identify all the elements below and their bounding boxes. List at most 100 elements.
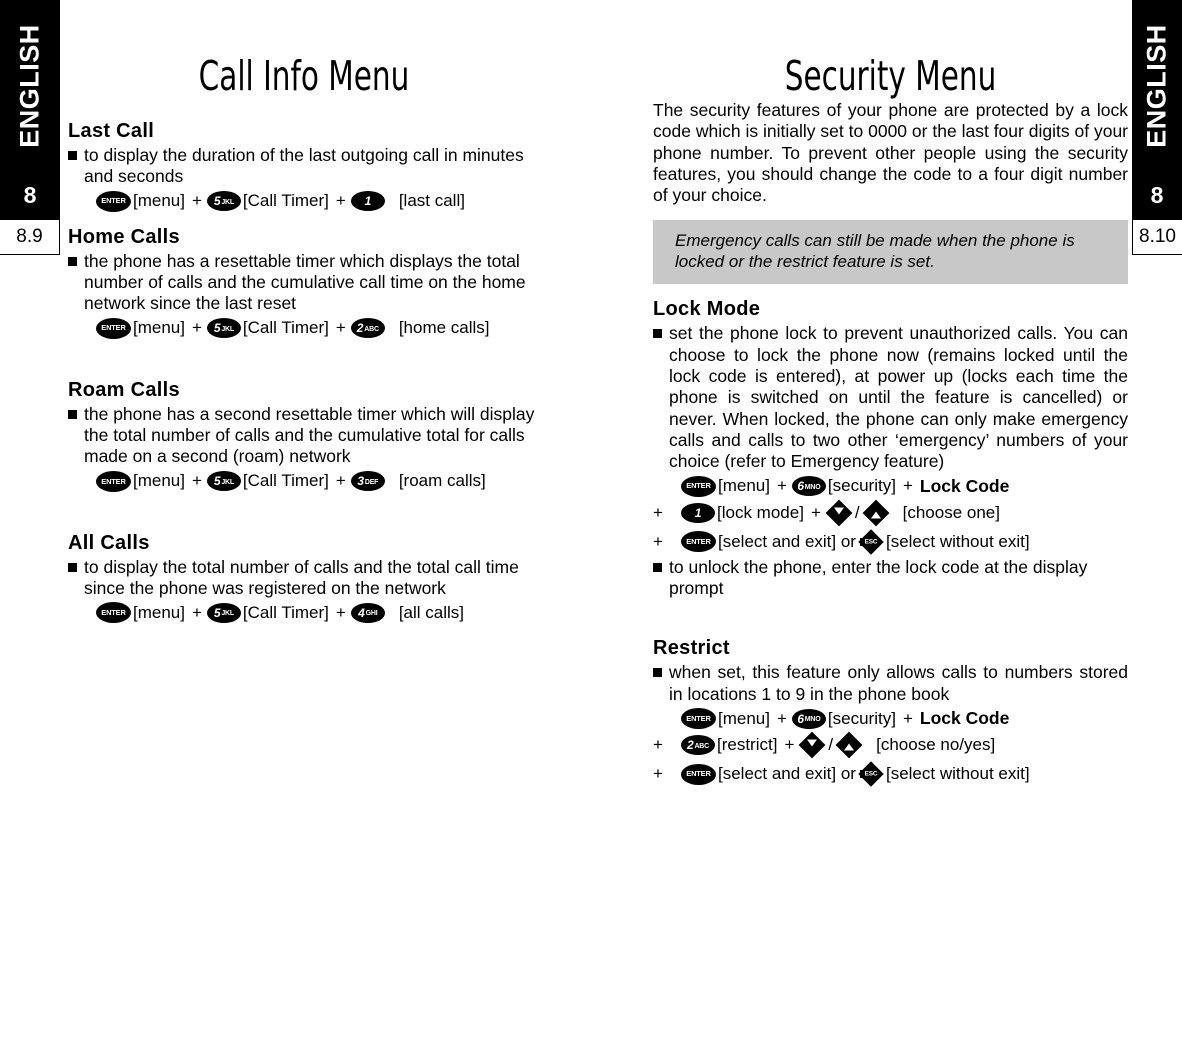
bullet-item: when set, this feature only allows calls… — [653, 662, 1128, 705]
page-number-right: 8.10 — [1132, 219, 1182, 255]
key-sequence-row: ENTER [menu] +5 JKL [Call Timer] +4 GHI [all ca… — [68, 602, 540, 624]
bullet-item: to display the duration of the last outg… — [68, 145, 540, 188]
manual-page: ENGLISH 8 8.9 ENGLISH 8 8.10 Call Info M… — [0, 0, 1182, 1046]
key-3-icon: 3 DEF — [350, 471, 385, 492]
key-sequence-label: [restrict] — [717, 735, 778, 754]
key-2-icon: 2 ABC — [350, 318, 385, 339]
key-sequence-label: [Call Timer] — [242, 318, 329, 338]
key-sequence-block: ENTER [menu] +6 MNO [security] + Lock Code +1 [l… — [653, 475, 1128, 555]
plus-separator: + — [902, 708, 913, 728]
plus-separator: + — [810, 502, 821, 522]
key-sequence-label: [menu] — [718, 476, 770, 496]
bullet-text: to display the total number of calls and… — [84, 556, 519, 599]
key-sequence-row: + ENTER [select and exit] or ESC [select wit… — [653, 528, 1128, 555]
page-number-left: 8.9 — [0, 219, 60, 255]
section-roam-calls: Roam Calls the phone has a second resetta… — [68, 379, 540, 492]
bullet-item: to display the total number of calls and… — [68, 557, 540, 600]
key-sequence-label: [menu] — [133, 471, 185, 491]
section-heading: Roam Calls — [68, 378, 180, 401]
bullet-square-icon — [653, 329, 662, 339]
security-intro-paragraph: The security features of your phone are … — [653, 100, 1128, 206]
plus-separator: + — [776, 476, 787, 496]
key-sequence-label: [Call Timer] — [242, 471, 329, 491]
plus-separator: + — [191, 191, 202, 211]
key-sequence-row: ENTER [menu] +6 MNO [security] + Lock Code — [653, 475, 1128, 497]
key-sequence-label: [menu] — [133, 191, 185, 211]
bullet-item: set the phone lock to prevent unauthoriz… — [653, 323, 1128, 472]
right-sections-container: Lock Mode set the phone lock to prevent u… — [653, 298, 1128, 787]
side-tab-left: ENGLISH 8 8.9 — [0, 0, 60, 255]
section-lock-mode: Lock Mode set the phone lock to prevent u… — [653, 298, 1128, 599]
plus-separator: + — [335, 471, 346, 491]
key-arrow-up-icon — [862, 499, 890, 527]
key-enter-icon: ENTER — [96, 190, 131, 212]
left-column-title: Call Info Menu — [198, 52, 410, 100]
left-column: Call Info Menu Last Call to display the d… — [68, 0, 540, 624]
bullet-square-icon — [68, 151, 77, 160]
right-column-title: Security Menu — [784, 52, 997, 100]
key-esc-icon: ESC — [858, 761, 884, 787]
plus-separator: + — [191, 471, 202, 491]
language-tab-left-label: ENGLISH — [14, 24, 45, 148]
section-heading: Restrict — [653, 637, 730, 660]
key-row-indent: + — [653, 764, 663, 783]
key-sequence-bold-label: Lock Code — [919, 708, 1010, 728]
key-6-icon: 6 MNO — [791, 708, 826, 729]
section-restrict: Restrict when set, this feature only allo… — [653, 637, 1128, 787]
bullet-text: to unlock the phone, enter the lock code… — [669, 556, 1088, 598]
key-row-indent: + — [653, 531, 663, 551]
key-enter-icon: ENTER — [96, 470, 131, 492]
key-5-icon: 5 JKL — [206, 191, 241, 212]
key-sequence-block: ENTER [menu] +5 JKL [Call Timer] +1 [last call… — [68, 190, 540, 212]
bullet-text: the phone has a resettable timer which d… — [84, 250, 526, 314]
right-column: Security Menu The security features of y… — [653, 0, 1128, 787]
key-row-indent: + — [653, 502, 663, 522]
plus-separator: + — [191, 318, 202, 338]
section-heading: Home Calls — [68, 225, 180, 248]
key-sequence-label: [select and exit] or — [718, 764, 856, 783]
key-2-icon: 2 ABC — [681, 735, 715, 755]
key-4-icon: 4 GHI — [350, 602, 385, 623]
plus-separator: + — [902, 476, 913, 496]
bullet-square-icon — [68, 409, 77, 419]
key-row-indent: + — [653, 735, 663, 754]
key-enter-icon: ENTER — [681, 763, 716, 785]
bullet-text: to display the duration of the last outg… — [84, 145, 524, 187]
left-sections-container: Last Call to display the duration of the … — [68, 120, 540, 624]
bullet-text: the phone has a second resettable timer … — [84, 403, 535, 467]
slash-separator: / — [854, 502, 860, 522]
key-enter-icon: ENTER — [681, 708, 716, 729]
key-enter-icon: ENTER — [96, 317, 131, 339]
key-sequence-label: [menu] — [718, 708, 770, 728]
key-sequence-block: ENTER [menu] +5 JKL [Call Timer] +4 GHI [all ca… — [68, 602, 540, 624]
key-sequence-block: ENTER [menu] +6 MNO [security] + Lock Code +2 AB… — [653, 708, 1128, 787]
key-sequence-row: + ENTER [select and exit] or ESC [select wit… — [653, 761, 1128, 787]
key-sequence-row: +2 ABC [restrict] + / [choose no/yes] — [653, 731, 1128, 759]
section-heading: Lock Mode — [653, 298, 761, 321]
key-6-icon: 6 MNO — [791, 476, 826, 497]
section-heading: All Calls — [68, 531, 150, 554]
key-sequence-label: [lock mode] — [717, 502, 804, 522]
language-tab-right-label: ENGLISH — [1141, 24, 1172, 148]
chapter-number-right: 8 — [1132, 172, 1182, 219]
key-5-icon: 5 JKL — [206, 471, 241, 492]
key-1-icon: 1 — [681, 502, 715, 523]
key-sequence-row: ENTER [menu] +5 JKL [Call Timer] +2 ABC [home c… — [68, 317, 540, 339]
key-sequence-label: [choose one] — [902, 502, 1000, 522]
bullet-item: to unlock the phone, enter the lock code… — [653, 557, 1128, 600]
section-all-calls: All Calls to display the total number of … — [68, 532, 540, 624]
bullet-text: when set, this feature only allows calls… — [669, 662, 1128, 704]
key-esc-icon: ESC — [858, 528, 884, 555]
key-sequence-label: [select without exit] — [885, 764, 1030, 783]
key-enter-icon: ENTER — [681, 531, 716, 553]
plus-separator: + — [776, 708, 787, 728]
slash-separator: / — [828, 735, 834, 754]
key-sequence-block: ENTER [menu] +5 JKL [Call Timer] +3 DEF [roam c… — [68, 470, 540, 492]
key-sequence-row: ENTER [menu] +5 JKL [Call Timer] +3 DEF [roam c… — [68, 470, 540, 492]
bullet-square-icon — [68, 562, 77, 572]
plus-separator: + — [335, 602, 346, 622]
plus-separator: + — [335, 318, 346, 338]
key-sequence-label: [security] — [827, 708, 896, 728]
key-sequence-label: [select and exit] or — [718, 531, 856, 551]
plus-separator: + — [784, 735, 795, 754]
